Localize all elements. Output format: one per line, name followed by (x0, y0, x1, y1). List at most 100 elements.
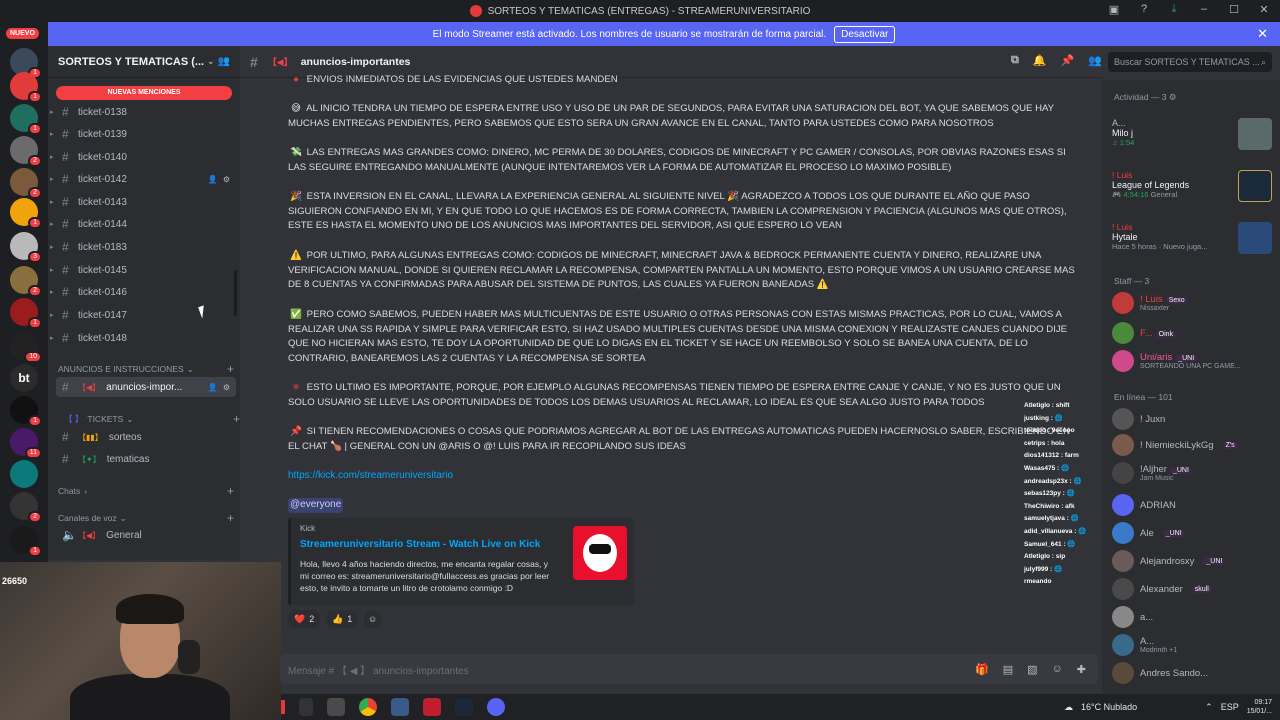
member-item[interactable]: a... (1112, 606, 1276, 628)
server-icon[interactable]: bt (10, 364, 38, 392)
close-banner-icon[interactable]: ✕ (1257, 26, 1268, 42)
embed-title[interactable]: Streameruniversitario Stream - Watch Liv… (300, 538, 540, 553)
category-chats[interactable]: Chats › + (58, 484, 234, 498)
emoji-picker-icon[interactable]: ☺ (1052, 663, 1063, 676)
channel-item[interactable]: ▸ # ticket-0146 (50, 282, 236, 302)
channel-item[interactable]: ▸ # ticket-0140 (50, 147, 236, 167)
members-icon[interactable]: 👥 (1088, 54, 1102, 67)
gift-icon[interactable]: 🎁 (975, 663, 989, 676)
member-item[interactable]: ! Luis Sexo Nissaxter (1112, 292, 1276, 314)
gear-icon[interactable]: ⚙ (1169, 92, 1177, 102)
gear-icon[interactable]: ⚙ (223, 383, 230, 392)
member-item[interactable]: ! Juxn (1112, 408, 1276, 430)
add-channel-icon[interactable]: + (233, 412, 240, 426)
add-channel-icon[interactable]: + (227, 484, 234, 498)
server-icon[interactable]: 1 (10, 104, 42, 135)
add-member-icon[interactable]: 👥 (218, 56, 230, 67)
member-item[interactable]: Uni/aris _UNI SORTEANDO UNA PC GAME... (1112, 350, 1276, 372)
files-icon[interactable] (327, 698, 345, 716)
channel-item[interactable]: # 【✦】 tematicas (56, 449, 236, 469)
maximize-button[interactable]: ☐ (1226, 3, 1242, 16)
member-item[interactable]: ADRIAN (1112, 494, 1276, 516)
server-icon[interactable]: 2 (10, 492, 42, 523)
channel-item-active[interactable]: # 【◀】 anuncios-impor... 👤 ⚙ (56, 377, 236, 397)
add-channel-icon[interactable]: + (227, 362, 234, 376)
channel-item[interactable]: ▸ # ticket-0148 (50, 328, 236, 348)
server-icon[interactable]: 1 (10, 526, 42, 557)
category-voz[interactable]: Canales de voz ⌄ + (58, 511, 234, 525)
recorder-icon[interactable] (423, 698, 441, 716)
deactivate-button[interactable]: Desactivar (834, 25, 896, 43)
weather-text[interactable]: 16°C Nublado (1081, 702, 1137, 712)
message-composer[interactable]: Mensaje # 【 ◀ 】 anuncios-importantes 🎁 ▤… (280, 654, 1098, 684)
minimize-button[interactable]: – (1196, 3, 1212, 16)
invite-icon[interactable]: 👤 (208, 383, 218, 392)
member-item[interactable]: Ale _UNI (1112, 522, 1276, 544)
gear-icon[interactable]: ⚙ (223, 175, 230, 184)
app-icon[interactable] (299, 698, 313, 716)
activity-item[interactable]: A... Milo j ♫ 1:54 (1112, 118, 1272, 154)
new-badge[interactable]: NUEVO (6, 28, 39, 39)
add-channel-icon[interactable]: + (227, 511, 234, 525)
kick-link[interactable]: https://kick.com/streameruniversitario (288, 469, 453, 484)
steam-icon[interactable] (455, 698, 473, 716)
channel-item[interactable]: ▸ # ticket-0143 (50, 192, 236, 212)
activity-item[interactable]: ! Luis League of Legends 🎮 4:54:16 Gener… (1112, 170, 1272, 206)
search-input[interactable]: Buscar SORTEOS Y TEMATICAS ... ⌕ (1108, 52, 1272, 72)
member-item[interactable]: ! NiemieckiLykGg Z's (1112, 434, 1276, 456)
member-item[interactable]: A... Modrinth +1 (1112, 634, 1276, 656)
download-icon[interactable]: ⤓ (1166, 3, 1182, 16)
discord-icon[interactable] (487, 698, 505, 716)
channel-item[interactable]: ▸ # ticket-0147 (50, 305, 236, 325)
server-icon[interactable]: 1 (10, 72, 42, 103)
channel-item[interactable]: ▸ # ticket-0144 (50, 214, 236, 234)
new-mentions-pill[interactable]: NUEVAS MENCIONES (56, 86, 232, 100)
sidebar-scrollbar[interactable] (234, 270, 237, 316)
apps-icon[interactable]: ✚ (1077, 663, 1086, 676)
channel-item[interactable]: ▸ # ticket-0139 (50, 124, 236, 144)
everyone-mention[interactable]: @everyone (288, 498, 344, 513)
threads-icon[interactable]: ⧉ (1011, 54, 1019, 67)
invite-icon[interactable]: 👤 (208, 175, 218, 184)
embed-thumbnail[interactable] (573, 526, 627, 580)
server-icon[interactable]: 10 (10, 332, 42, 363)
server-icon[interactable]: 1 (10, 396, 42, 427)
language-indicator[interactable]: ESP (1221, 702, 1239, 712)
category-anuncios[interactable]: ANUNCIOS E INSTRUCCIONES ⌄ + (58, 362, 234, 376)
chrome-icon[interactable] (359, 698, 377, 716)
channel-item[interactable]: ▸ # ticket-0183 (50, 237, 236, 257)
member-item[interactable]: !Aljher _UNI Jam Music (1112, 462, 1276, 484)
pin-icon[interactable]: 📌 (1061, 54, 1075, 67)
member-item[interactable]: Alejandrosxy _UNI (1112, 550, 1276, 572)
calculator-icon[interactable] (391, 698, 409, 716)
server-icon[interactable]: 3 (10, 232, 42, 263)
add-reaction-button[interactable]: ☺ (364, 610, 382, 628)
category-tickets[interactable]: 【 】 TICKETS ⌄ + (64, 412, 240, 426)
server-icon[interactable]: 1 (10, 198, 42, 229)
gif-icon[interactable]: ▤ (1003, 663, 1013, 676)
bell-icon[interactable]: 🔔 (1033, 54, 1047, 67)
activity-item[interactable]: ! Luis Hytale Hace 5 horas · Nuevo juga.… (1112, 222, 1272, 258)
channel-item[interactable]: ▸ # ticket-0142 👤 ⚙ (50, 169, 236, 189)
help-icon[interactable]: ? (1136, 3, 1152, 16)
server-icon[interactable]: 2 (10, 266, 42, 297)
reaction-heart[interactable]: ❤️ 2 (288, 610, 321, 628)
channel-item[interactable]: # 【▮▮】 sorteos (56, 427, 236, 447)
voice-channel-item[interactable]: 🔈 【◀】 General (56, 525, 236, 545)
server-icon[interactable]: 1 (10, 298, 42, 329)
server-header[interactable]: SORTEOS Y TEMATICAS (... ⌄ 👥 (48, 46, 240, 78)
reaction-thumbs-up[interactable]: 👍 1 (326, 610, 359, 628)
member-item[interactable]: Andres Sando... (1112, 662, 1276, 684)
server-icon[interactable]: 2 (10, 136, 42, 167)
member-item[interactable]: F... Oink (1112, 322, 1276, 344)
member-item[interactable]: Alexander skull (1112, 578, 1276, 600)
channel-item[interactable]: ▸ # ticket-0145 (50, 260, 236, 280)
inbox-icon[interactable]: ▣ (1106, 3, 1122, 16)
chevron-up-icon[interactable]: ⌃ (1205, 702, 1213, 713)
sticker-icon[interactable]: ▧ (1027, 663, 1037, 676)
clock[interactable]: 09:17 15/01/... (1247, 698, 1272, 716)
server-icon[interactable]: 2 (10, 168, 42, 199)
channel-item[interactable]: ▸ # ticket-0138 (50, 102, 236, 122)
server-icon[interactable] (10, 460, 38, 488)
close-window-button[interactable]: ✕ (1256, 3, 1272, 16)
